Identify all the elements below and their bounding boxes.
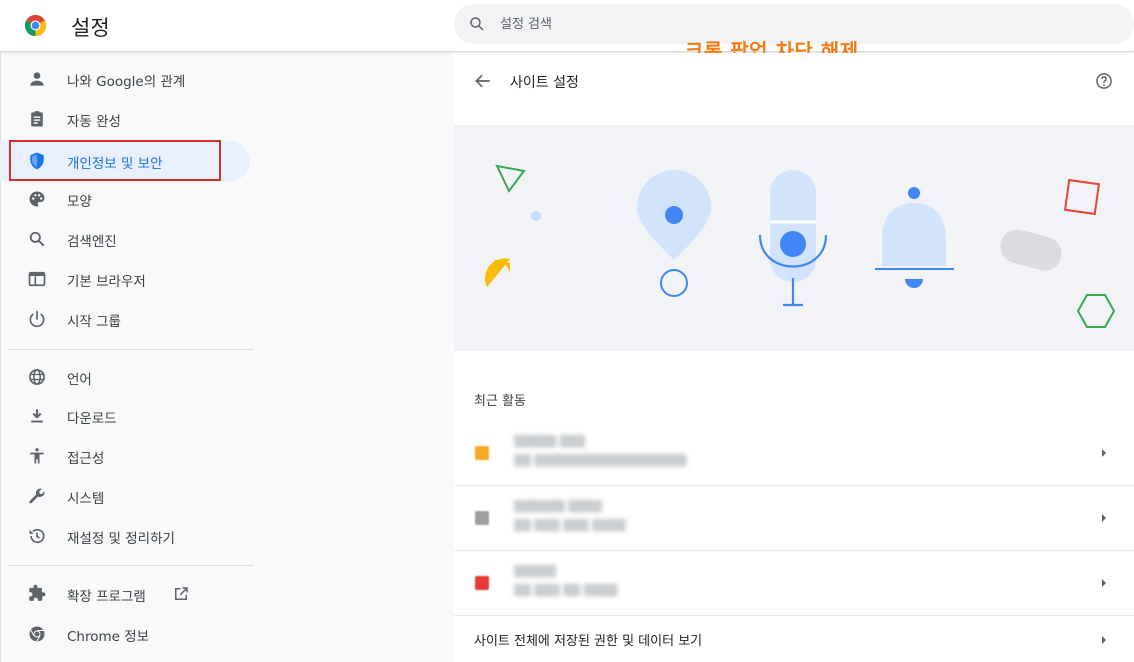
recent-activity-heading: 최근 활동 [474,394,526,409]
recent-site-row[interactable]: ▒▒▒▒▒▒ ▒▒▒▒ ▒▒ ▒▒▒ ▒▒▒ ▒▒▒▒ [454,486,1134,551]
chevron-right-icon [1102,579,1106,587]
open-in-new-icon [175,587,188,600]
sidebar-item-label: 언어 [67,372,92,388]
globe-icon [29,369,45,385]
sidebar-item-label: Chrome 정보 [67,629,150,645]
sidebar-divider [8,349,254,350]
chrome-logo-icon [24,14,47,37]
site-settings-panel: 사이트 설정 최근 활동 ▒▒▒▒▒ ▒▒▒ ▒▒ ▒▒▒▒▒▒▒▒▒▒▒▒▒▒… [454,53,1134,662]
site-settings-illustration [454,125,1134,351]
page-title: 사이트 설정 [510,75,579,91]
sidebar-item-label: 다운로드 [67,411,117,427]
recent-site-row[interactable]: ▒▒▒▒▒ ▒▒ ▒▒▒ ▒▒ ▒▒▒▒ [454,551,1134,616]
recent-site-row[interactable]: ▒▒▒▒▒ ▒▒▒ ▒▒ ▒▒▒▒▒▒▒▒▒▒▒▒▒▒▒▒▒▒ [454,421,1134,486]
sidebar-divider [8,565,254,566]
site-favicon [475,446,489,460]
site-name: ▒▒▒▒▒ [514,565,557,578]
sidebar-item-search-engine[interactable]: 검색엔진 [0,219,250,259]
puzzle-icon [29,584,46,601]
site-favicon [475,576,489,590]
site-favicon [475,511,489,525]
sidebar-item-label: 검색엔진 [67,234,117,250]
download-icon [31,409,43,423]
person-icon [30,72,44,86]
sidebar-item-you-and-google[interactable]: 나와 Google의 관계 [0,59,250,99]
chevron-right-icon [1102,514,1106,522]
accessibility-icon [30,448,44,464]
sidebar-item-about-chrome[interactable]: Chrome 정보 [0,614,250,654]
sidebar-item-label: 자동 완성 [67,114,121,130]
chrome-icon [29,626,45,642]
sidebar-item-label: 기본 브라우저 [67,274,146,290]
site-description: ▒▒ ▒▒▒ ▒▒ ▒▒▒▒ [514,584,618,597]
top-bar: 설정 [0,0,1134,52]
sidebar-item-label: 모양 [67,194,92,210]
chevron-right-icon [1102,449,1106,457]
sidebar-item-autofill[interactable]: 자동 완성 [0,99,250,139]
view-all-site-data-label: 사이트 전체에 저장된 권한 및 데이터 보기 [474,634,703,649]
view-all-site-data-row[interactable]: 사이트 전체에 저장된 권한 및 데이터 보기 [454,616,1134,662]
browser-icon [28,271,46,287]
chevron-right-icon [1102,636,1106,644]
sidebar-item-extensions[interactable]: 확장 프로그램 [0,574,250,614]
illustration-graphic [485,164,1116,328]
search-icon [470,17,484,31]
site-name: ▒▒▒▒▒▒ ▒▒▒▒ [514,500,603,513]
sidebar-item-label: 재설정 및 정리하기 [67,531,175,547]
back-arrow-icon[interactable] [473,71,493,91]
search-icon [29,231,45,247]
help-icon[interactable] [1094,71,1114,91]
sidebar-item-label: 시스템 [67,491,105,507]
clipboard-icon [31,111,43,127]
sidebar-item-label: 확장 프로그램 [67,589,146,605]
sidebar-item-label: 접근성 [67,451,105,467]
sidebar-item-accessibility[interactable]: 접근성 [0,436,250,476]
sidebar-item-label: 나와 Google의 관계 [67,74,186,90]
site-description: ▒▒ ▒▒▒▒▒▒▒▒▒▒▒▒▒▒▒▒▒▒ [514,454,687,467]
sidebar-item-default-browser[interactable]: 기본 브라우저 [0,259,250,299]
sidebar-item-reset-cleanup[interactable]: 재설정 및 정리하기 [0,516,250,556]
sidebar-item-downloads[interactable]: 다운로드 [0,396,250,436]
highlight-box [9,140,221,181]
site-description: ▒▒ ▒▒▒ ▒▒▒ ▒▒▒▒ [514,519,627,532]
palette-icon [29,191,45,207]
power-icon [29,310,45,328]
wrench-icon [29,488,45,504]
history-icon [29,528,45,544]
sidebar-item-appearance[interactable]: 모양 [0,179,250,219]
panel-header: 사이트 설정 [454,53,1134,109]
site-name: ▒▒▒▒▒ ▒▒▒ [514,435,586,448]
sidebar-item-languages[interactable]: 언어 [0,357,250,397]
sidebar-item-on-startup[interactable]: 시작 그룹 [0,299,250,339]
sidebar-item-system[interactable]: 시스템 [0,476,250,516]
sidebar-item-label: 시작 그룹 [67,314,121,330]
app-title: 설정 [71,16,110,40]
